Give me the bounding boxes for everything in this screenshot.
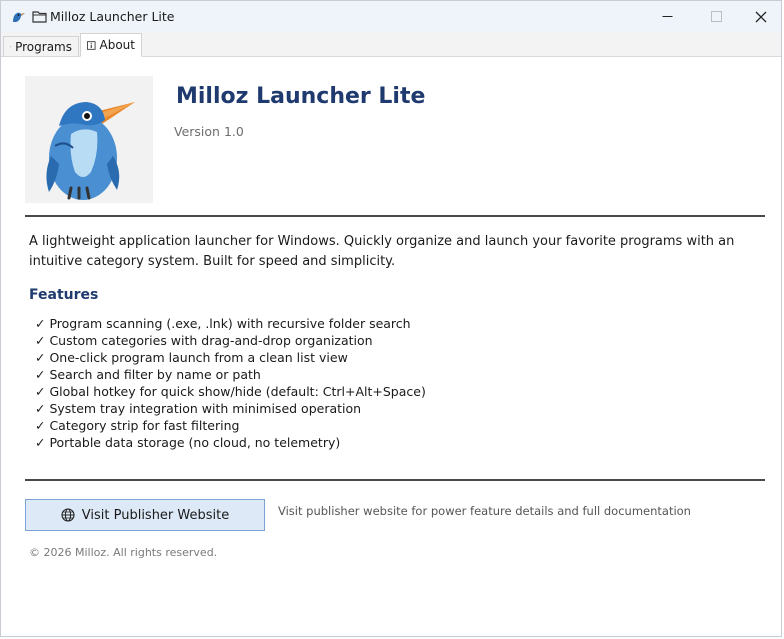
feature-item: ✓ Search and filter by name or path [35,367,261,382]
window-title: Milloz Launcher Lite [50,9,175,24]
tab-about[interactable]: About [80,33,142,57]
folder-icon [10,46,12,47]
title-bar[interactable]: Milloz Launcher Lite [1,1,781,32]
visit-publisher-button[interactable]: Visit Publisher Website [25,499,265,531]
maximize-button[interactable] [693,1,739,32]
minimize-button[interactable] [644,1,690,32]
feature-item: ✓ Global hotkey for quick show/hide (def… [35,384,426,399]
tab-programs-label: Programs [15,39,72,54]
close-button[interactable] [738,1,784,32]
visit-hint-text: Visit publisher website for power featur… [278,504,691,518]
divider-bottom [25,479,765,481]
app-name-heading: Milloz Launcher Lite [176,84,426,109]
features-heading: Features [29,287,99,303]
app-logo [25,76,153,203]
minimize-icon [662,16,672,17]
folder-icon [32,11,47,23]
maximize-icon [710,11,722,22]
version-label: Version 1.0 [174,124,244,139]
copyright-text: © 2026 Milloz. All rights reserved. [29,546,218,559]
divider-top [25,215,765,217]
feature-item: ✓ Portable data storage (no cloud, no te… [35,435,341,450]
close-icon [755,11,767,22]
tab-programs[interactable]: Programs [3,36,79,56]
app-description: A lightweight application launcher for W… [29,234,735,269]
tab-about-label: About [99,38,135,52]
tab-strip: Programs About [1,32,781,57]
feature-item: ✓ Category strip for fast filtering [35,418,240,433]
feature-item: ✓ Program scanning (.exe, .lnk) with rec… [35,316,411,331]
feature-item: ✓ One-click program launch from a clean … [35,350,348,365]
info-icon [87,40,96,50]
features-list: ✓ Program scanning (.exe, .lnk) with rec… [35,315,426,451]
globe-icon [61,508,75,522]
app-window: Milloz Launcher Lite Programs About Mill… [0,0,782,637]
app-icon [13,12,25,22]
kingfisher-bird-logo [46,102,135,200]
feature-item: ✓ Custom categories with drag-and-drop o… [35,333,373,348]
feature-item: ✓ System tray integration with minimised… [35,401,362,416]
visit-publisher-label: Visit Publisher Website [81,507,230,523]
